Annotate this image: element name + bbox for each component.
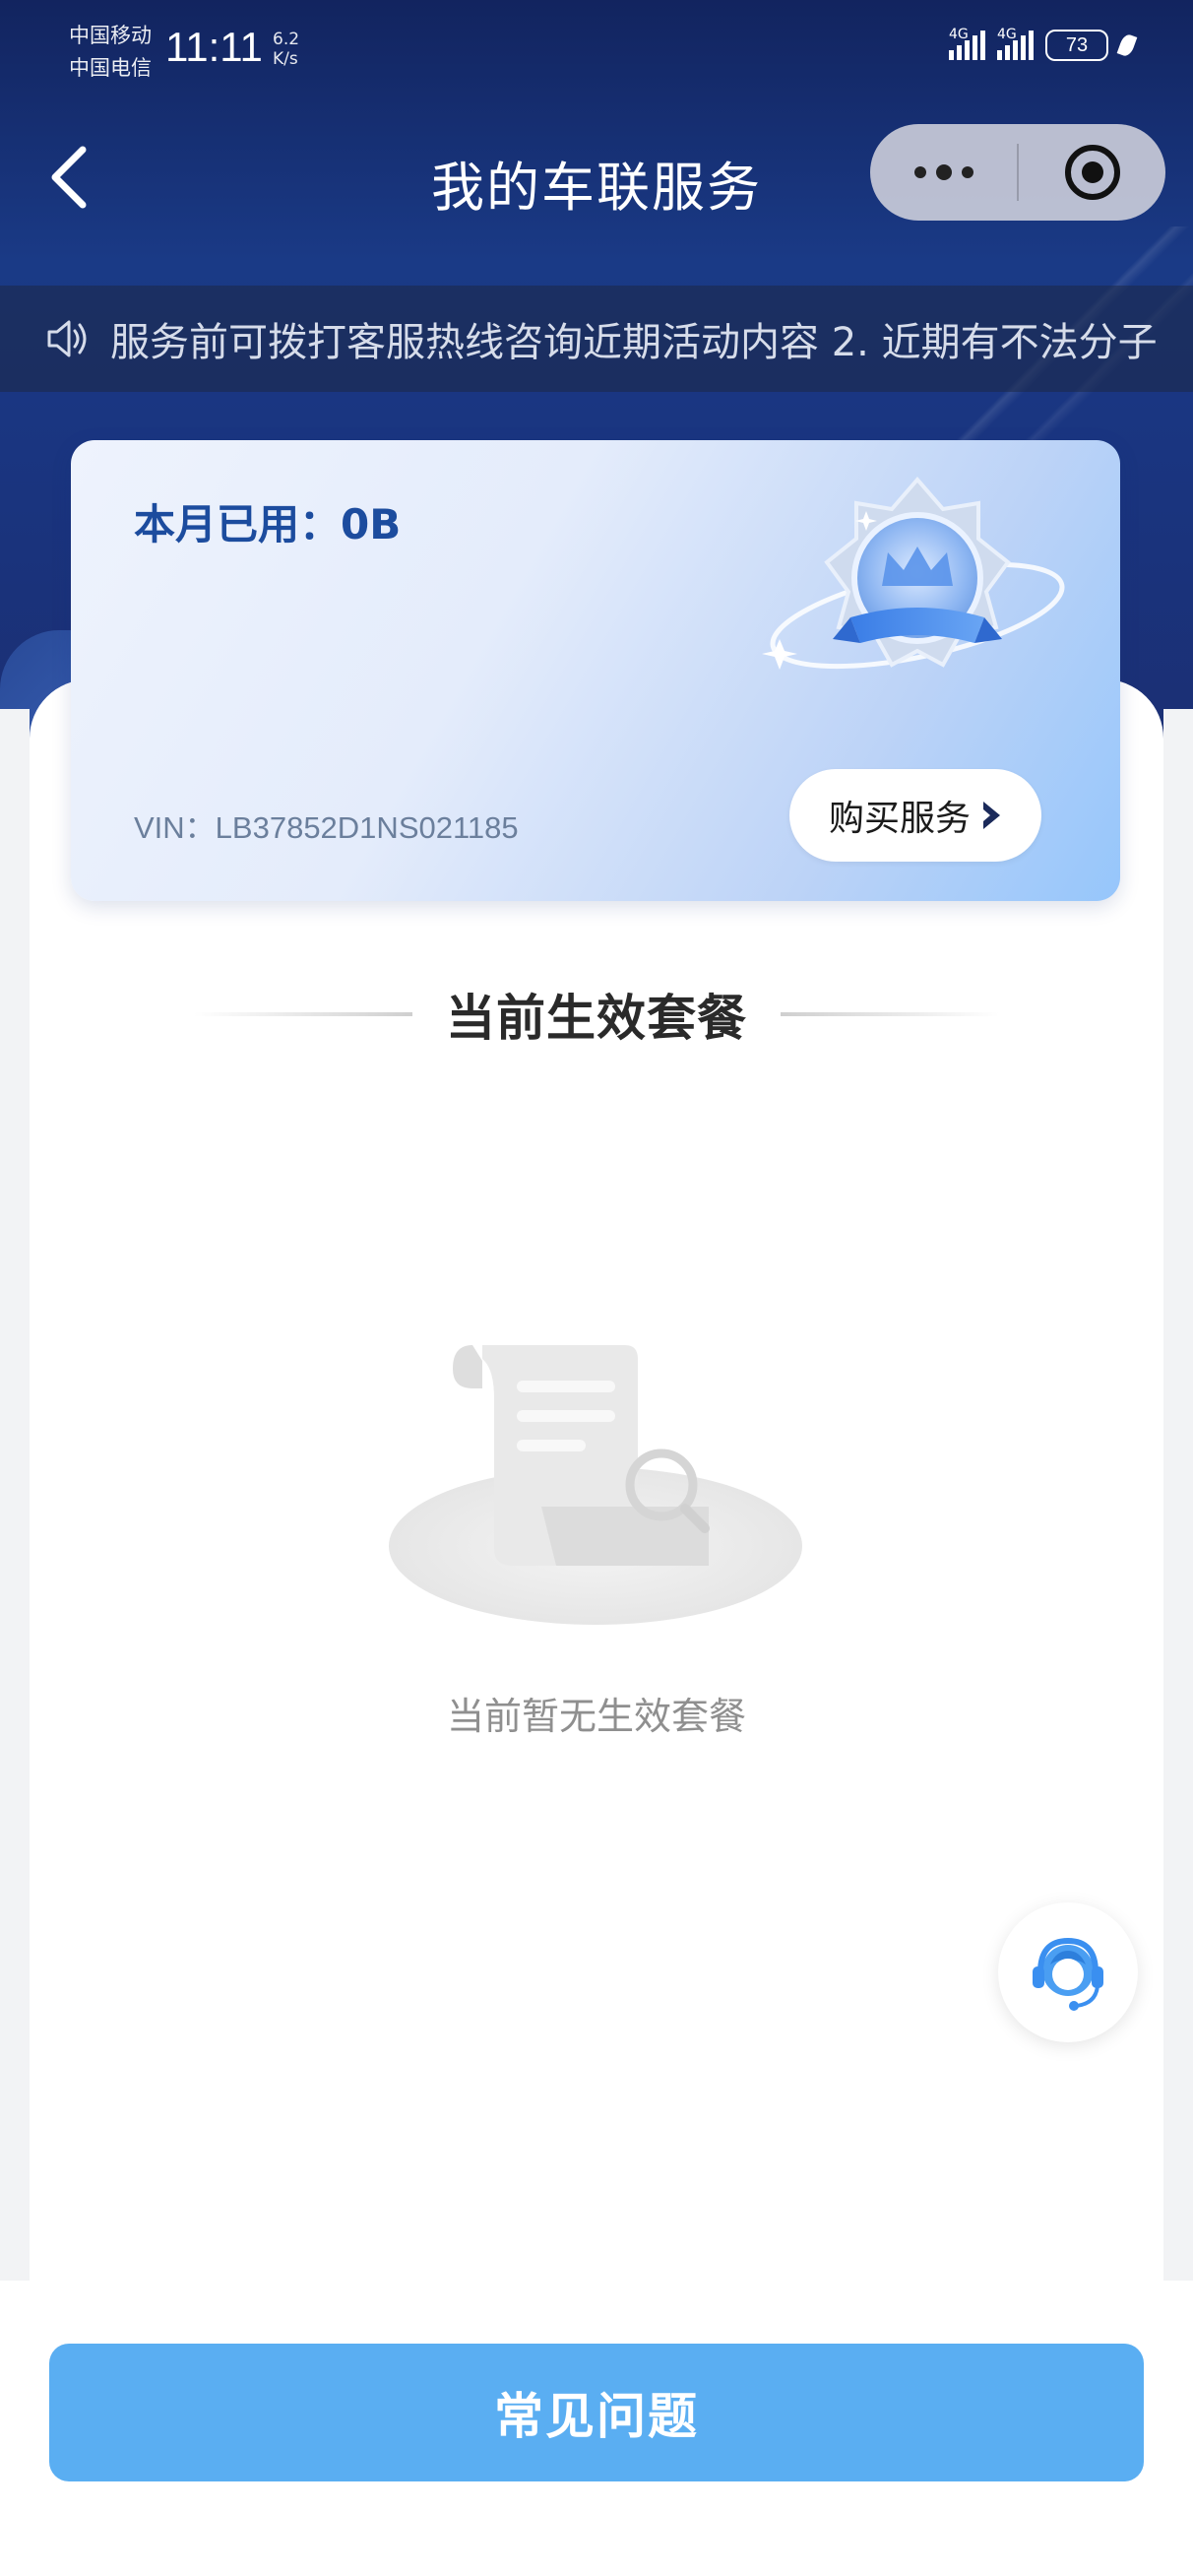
notice-bar[interactable]: 服务前可拨打客服热线咨询近期活动内容 2. 近期有不法分子	[0, 286, 1193, 392]
divider-line	[781, 1012, 999, 1016]
status-time: 11:11	[165, 24, 263, 70]
target-icon	[1064, 145, 1120, 200]
side-gutter-right	[1163, 709, 1193, 2285]
carrier-1: 中国移动	[69, 24, 152, 47]
signal-icon: 4G	[949, 27, 985, 60]
net-speed-unit: K/s	[273, 49, 298, 69]
faq-button[interactable]: 常见问题	[49, 2344, 1144, 2481]
section-title: 当前生效套餐	[446, 990, 747, 1047]
more-dots-icon	[913, 164, 973, 180]
bottom-bar: 常见问题	[0, 2281, 1193, 2576]
speaker-icon	[47, 320, 87, 357]
monthly-usage: 本月已用：0B	[134, 500, 402, 548]
page: 中国移动 中国电信 11:11 6.2 K/s 4G 4G 73 我的车联服务 …	[0, 0, 1193, 2576]
usage-card: 本月已用：0B VIN：LB37852D1NS021185 购买服务	[71, 440, 1120, 901]
empty-state-text: 当前暂无生效套餐	[446, 1695, 746, 1738]
side-gutter-left	[0, 709, 30, 2285]
close-button[interactable]	[1019, 124, 1165, 221]
chevron-right-icon	[983, 802, 1000, 829]
vin-number: VIN：LB37852D1NS021185	[134, 810, 519, 845]
leaf-icon	[1116, 32, 1138, 58]
more-button[interactable]	[870, 124, 1017, 221]
carrier-info: 中国移动 中国电信	[69, 20, 152, 85]
headset-agent-icon	[1033, 1937, 1103, 2011]
divider-line	[194, 1012, 412, 1016]
crown-badge-icon	[762, 476, 1065, 670]
net-speed-value: 6.2	[273, 30, 300, 49]
empty-document-icon	[389, 1345, 802, 1625]
section-header: 当前生效套餐	[0, 975, 1193, 1054]
buy-service-label: 购买服务	[828, 799, 971, 839]
signal-icon: 4G	[997, 27, 1034, 60]
signal-2-tag: 4G	[997, 27, 1017, 42]
net-speed: 6.2 K/s	[273, 30, 299, 69]
status-bar: 中国移动 中国电信 11:11 6.2 K/s 4G 4G 73	[0, 0, 1193, 108]
battery-icon: 73	[1045, 30, 1108, 61]
nav-bar: 我的车联服务	[0, 118, 1193, 236]
system-icons: 4G 4G 73	[949, 27, 1138, 61]
mini-program-capsule	[870, 124, 1165, 221]
notice-text: 服务前可拨打客服热线咨询近期活动内容 2. 近期有不法分子	[110, 320, 1158, 365]
signal-1-tag: 4G	[949, 27, 969, 42]
buy-service-button[interactable]: 购买服务	[789, 769, 1041, 862]
customer-service-button[interactable]	[998, 1902, 1138, 2042]
carrier-2: 中国电信	[69, 56, 152, 80]
